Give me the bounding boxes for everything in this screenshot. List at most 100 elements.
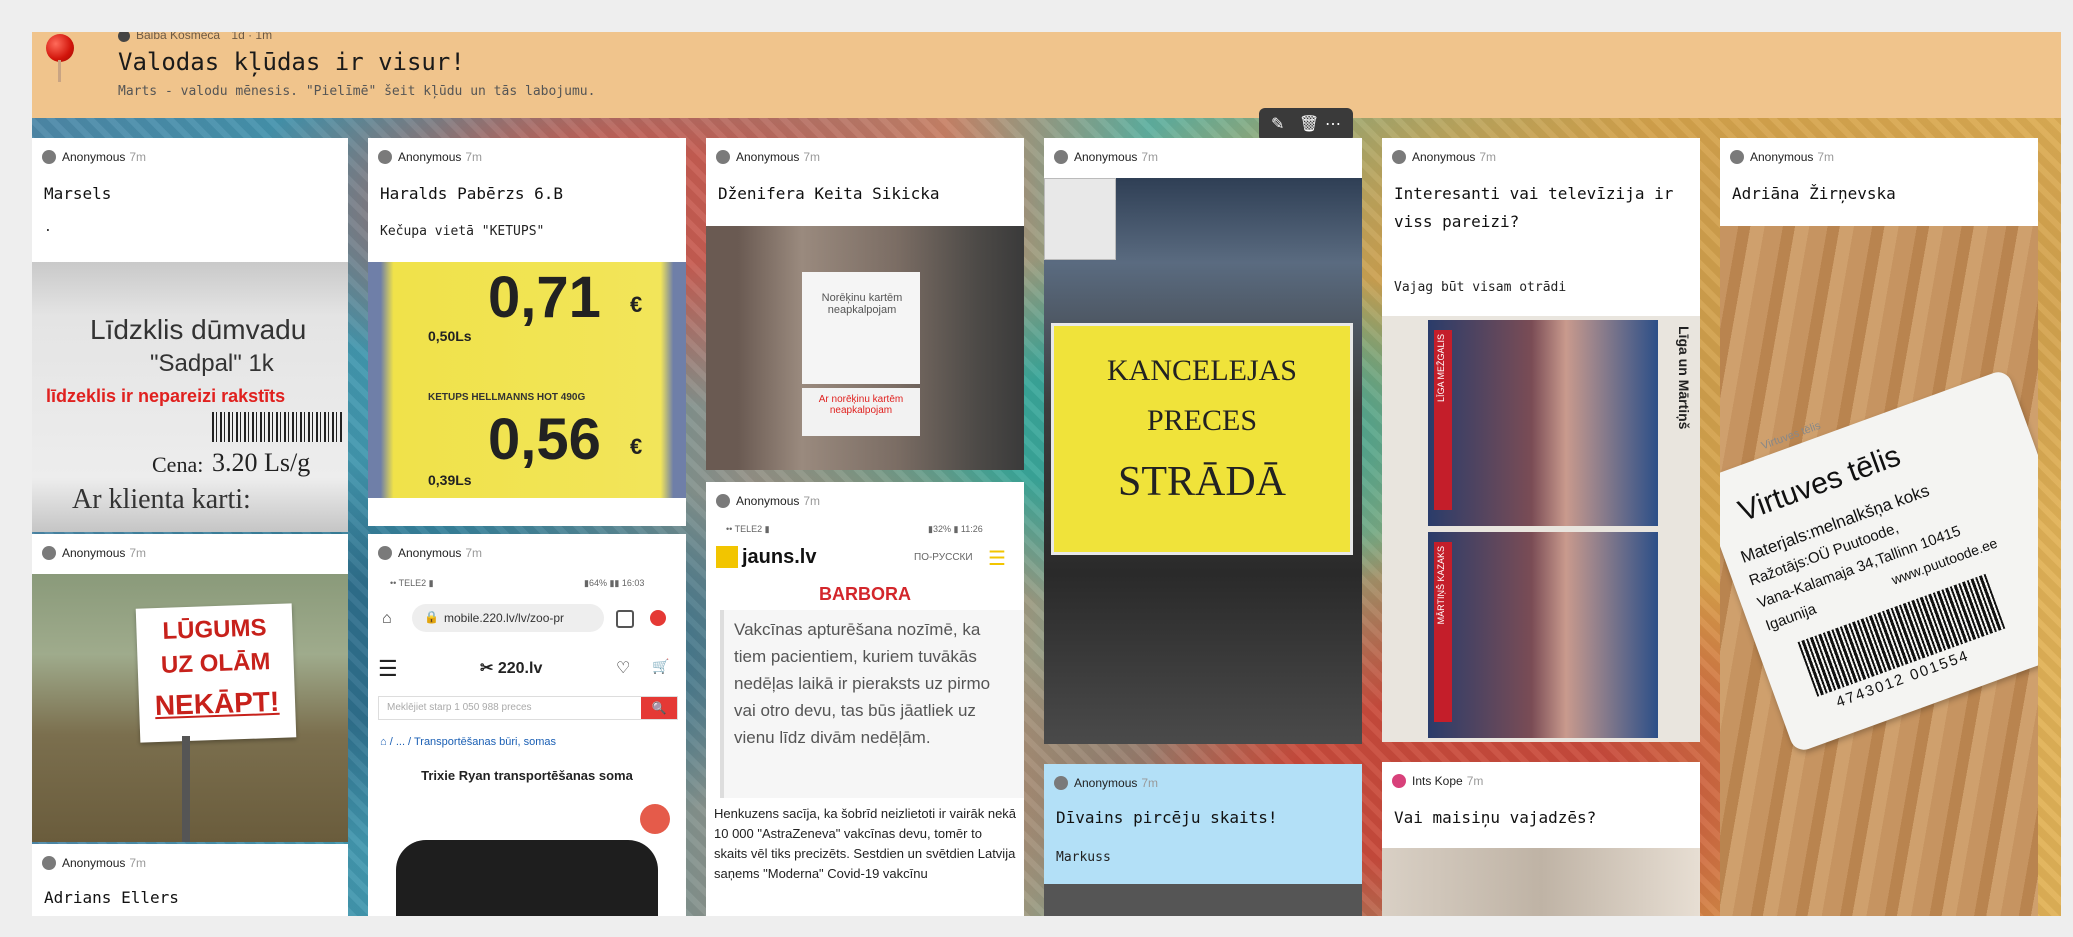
screenshot-attachment[interactable]: •• TELE2 ▮ ▮64% ▮▮ 16:03 ⌂ 🔒 mobile.220.… [368,572,686,916]
screenshot-attachment[interactable]: •• TELE2 ▮ ▮32% ▮ 11:26 jauns.lv ПО-РУСС… [706,518,1024,916]
tag-text: LĪGA MEŽGALIS [1436,334,1446,403]
post-body: Kečupa vietā "KETUPS" [380,224,545,239]
post-card-jauns[interactable]: Anonymous 7m •• TELE2 ▮ ▮32% ▮ 11:26 jaun… [706,482,1024,916]
post-card-marsels[interactable]: Anonymous 7m Marsels . Līdzklis dūmvadu "… [32,138,348,532]
post-author: Anonymous [1750,150,1814,164]
pin-icon [46,34,74,62]
sign-text-correction: Ar norēķinu kartēm neapkalpojam [818,394,904,416]
post-card-maisini[interactable]: Ints Kope 7m Vai maisiņu vajadzēs? [1382,762,1700,916]
url-text: mobile.220.lv/lv/zoo-pr [444,611,565,625]
language-link: ПО-РУССКИ [914,552,973,563]
product-label: Virtuves tēlis Materjals:melnalkšņa koks… [1720,368,2038,754]
post-time: 7m [1466,774,1484,788]
tabs-icon [616,610,634,628]
breadcrumb: ⌂ / ... / Transportēšanas būri, somas [380,736,556,748]
post-time: 7m [1141,776,1159,790]
photo-text: "Sadpal" 1k [150,350,274,377]
board-subtitle: Marts - valodu mēnesis. "Pielīmē" šeit k… [118,84,596,99]
share-icon [640,804,670,834]
price: 0,56 [488,407,601,472]
status-bar: ▮64% ▮▮ 16:03 [584,578,645,588]
sign-post [182,736,190,842]
url-bar: 🔒 mobile.220.lv/lv/zoo-pr [412,604,604,632]
sign-text: STRĀDĀ [1117,459,1287,505]
post-meta: Anonymous 7m [1730,150,1834,164]
board-author-meta: Baiba Kosmeca 1d · 1m [118,32,272,42]
post-author: Anonymous [62,150,126,164]
pencil-icon[interactable]: ✎ [1271,114,1284,134]
photo-attachment[interactable] [1382,848,1700,916]
photo-attachment[interactable] [1044,884,1362,916]
post-card-220lv[interactable]: Anonymous 7m •• TELE2 ▮ ▮64% ▮▮ 16:03 ⌂ 🔒… [368,534,686,916]
hamburger-icon: ☰ [378,656,398,681]
small-notice [1044,178,1116,260]
post-body: Vajag būt visam otrādi [1394,280,1567,295]
post-card-adrians[interactable]: Anonymous 7m Adrians Ellers [32,844,348,916]
post-author: Anonymous [1412,150,1476,164]
quote-text: Vakcīnas apturēšana nozīmē, ka tiem paci… [734,620,991,747]
photo-attachment[interactable]: 0,71 € 0,50Ls KETUPS HELLMANNS HOT 490G … [368,262,686,498]
post-time: 7m [1817,150,1835,164]
post-card-kancelejas[interactable]: Anonymous 7m KANCELEJAS PRECES STRĀDĀ [1044,138,1362,744]
post-title: Haralds Pabērzs 6.B [380,184,564,203]
post-title: Marsels [44,184,112,203]
status-bar: •• TELE2 ▮ [726,524,770,534]
hamburger-icon: ☰ [988,548,1006,570]
avatar [1392,150,1406,164]
post-time: 7m [129,150,147,164]
more-dots-icon[interactable]: ⋯ [1325,114,1341,134]
board-author: Baiba Kosmeca [136,32,221,42]
status-bar: ▮32% ▮ 11:26 [928,524,983,534]
avatar [1730,150,1744,164]
post-author: Anonymous [1074,150,1138,164]
post-title: Vai maisiņu vajadzēs? [1394,808,1597,827]
home-icon: ⌂ [382,610,392,627]
avatar [716,494,730,508]
sign-text: PRECES [1146,404,1258,437]
search-placeholder: Meklējiet starp 1 050 988 preces [387,702,532,713]
ad-banner: BARBORA [819,584,911,604]
trash-icon[interactable]: 🗑 [1299,114,1319,134]
site-logo: jauns.lv [742,546,817,568]
status-bar: •• TELE2 ▮ [390,578,434,588]
post-body: . [44,220,52,235]
post-author: Anonymous [62,546,126,560]
photo-attachment[interactable]: KANCELEJAS PRECES STRĀDĀ [1044,178,1362,744]
post-time: 7m [129,546,147,560]
avatar [1054,776,1068,790]
post-card-divains[interactable]: Anonymous 7m Dīvains pircēju skaits! Mark… [1044,764,1362,916]
post-card-lugums[interactable]: Anonymous 7m LŪGUMS UZ OLĀM NEKĀPT! [32,534,348,842]
photo-attachment[interactable]: Līdzklis dūmvadu "Sadpal" 1k līdzeklis i… [32,262,348,532]
avatar [42,150,56,164]
photo-attachment[interactable]: LŪGUMS UZ OLĀM NEKĀPT! [32,574,348,842]
post-card-dzenifera[interactable]: Anonymous 7m Dženifera Keita Sikicka Norē… [706,138,1024,470]
pin-stem [58,60,61,82]
post-card-adriana[interactable]: Anonymous 7m Adriāna Žirņevska Virtuves t… [1720,138,2038,916]
currency: € [630,434,643,459]
photo-attachment[interactable]: Virtuves tēlis Materjals:melnalkšņa koks… [1720,226,2038,916]
board-header: Baiba Kosmeca 1d · 1m Valodas kļūdas ir … [32,32,2061,118]
post-meta: Anonymous 7m [716,150,820,164]
price: 0,71 [488,265,601,330]
post-meta: Anonymous 7m [42,150,146,164]
post-meta: Anonymous 7m [42,856,146,870]
avatar [716,150,730,164]
home-icon: ⌂ [380,736,387,748]
price-label: Cena: [152,452,204,477]
product-title: Trixie Ryan transportēšanas soma [421,768,633,783]
post-author: Anonymous [736,494,800,508]
post-card-televizija[interactable]: Anonymous 7m Interesanti vai televīzija i… [1382,138,1700,742]
tv-screen: LĪGA MEŽGALIS [1428,320,1658,526]
post-title: Adriāna Žirņevska [1732,184,1896,203]
heart-icon: ♡ [616,660,631,677]
sign-text-wrong: Norēķinu kartēm neapkalpojam [821,292,903,316]
padlet-board: Baiba Kosmeca 1d · 1m Valodas kļūdas ir … [32,32,2061,916]
post-meta: Ints Kope 7m [1392,774,1483,788]
post-meta: Anonymous 7m [378,546,482,560]
photo-attachment[interactable]: Norēķinu kartēm neapkalpojam Ar norēķinu… [706,226,1024,470]
tag-text: MĀRTIŅŠ KAZAKS [1436,546,1446,625]
post-card-haralds[interactable]: Anonymous 7m Haralds Pabērzs 6.B Kečupa v… [368,138,686,526]
board-time: 1d · 1m [231,32,273,42]
photo-attachment[interactable]: LĪGA MEŽGALIS MĀRTIŅŠ KAZAKS Līga un Mār… [1382,316,1700,742]
post-toolbar: ✎ 🗑 ⋯ [1259,108,1353,142]
